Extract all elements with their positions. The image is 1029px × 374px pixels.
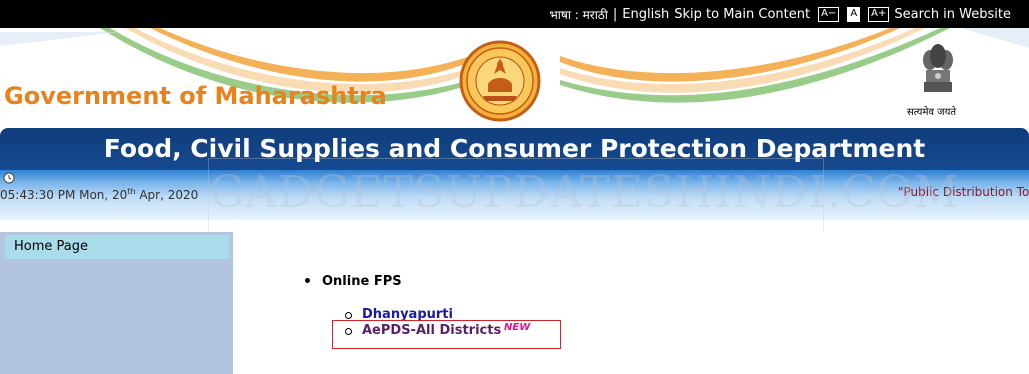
font-decrease-button[interactable]: A− [818,7,840,22]
list-bullet [305,278,310,283]
watermark-text: GADGETSUPDATESHINDI.COM [209,167,960,218]
online-fps-heading: Online FPS [322,274,402,289]
site-header: Government of Maharashtra सत्यमेव जयते [0,28,1029,128]
main-content: Online FPS Dhanyapurti AePDS-All Distric… [233,232,1029,374]
font-increase-button[interactable]: A+ [868,7,890,22]
national-emblem-icon [923,44,953,92]
government-title: Government of Maharashtra [4,82,387,110]
watermark-overlay: GADGETSUPDATESHINDI.COM [208,158,960,240]
skip-to-main-link[interactable]: Skip to Main Content [674,7,810,22]
highlight-box [332,320,561,349]
marathi-language-link[interactable]: भाषा : मराठी [549,6,608,23]
english-language-link[interactable]: English [622,7,669,22]
top-utility-bar: भाषा : मराठी | English Skip to Main Cont… [0,0,1029,28]
date-time-display: 05:43:30 PM Mon, 20th Apr, 2020 [0,187,199,202]
sublist-bullet [345,312,352,319]
font-normal-button[interactable]: A [847,7,861,22]
separator: | [612,7,618,22]
sidebar-item-home-page[interactable]: Home Page [5,235,229,259]
sidebar: Home Page [0,232,233,374]
clock-icon [3,172,15,184]
maharashtra-seal-logo[interactable] [459,40,541,122]
search-website-link[interactable]: Search in Website [894,7,1011,22]
sidebar-item-label: Home Page [14,239,88,254]
emblem-motto: सत्यमेव जयते [907,107,957,118]
